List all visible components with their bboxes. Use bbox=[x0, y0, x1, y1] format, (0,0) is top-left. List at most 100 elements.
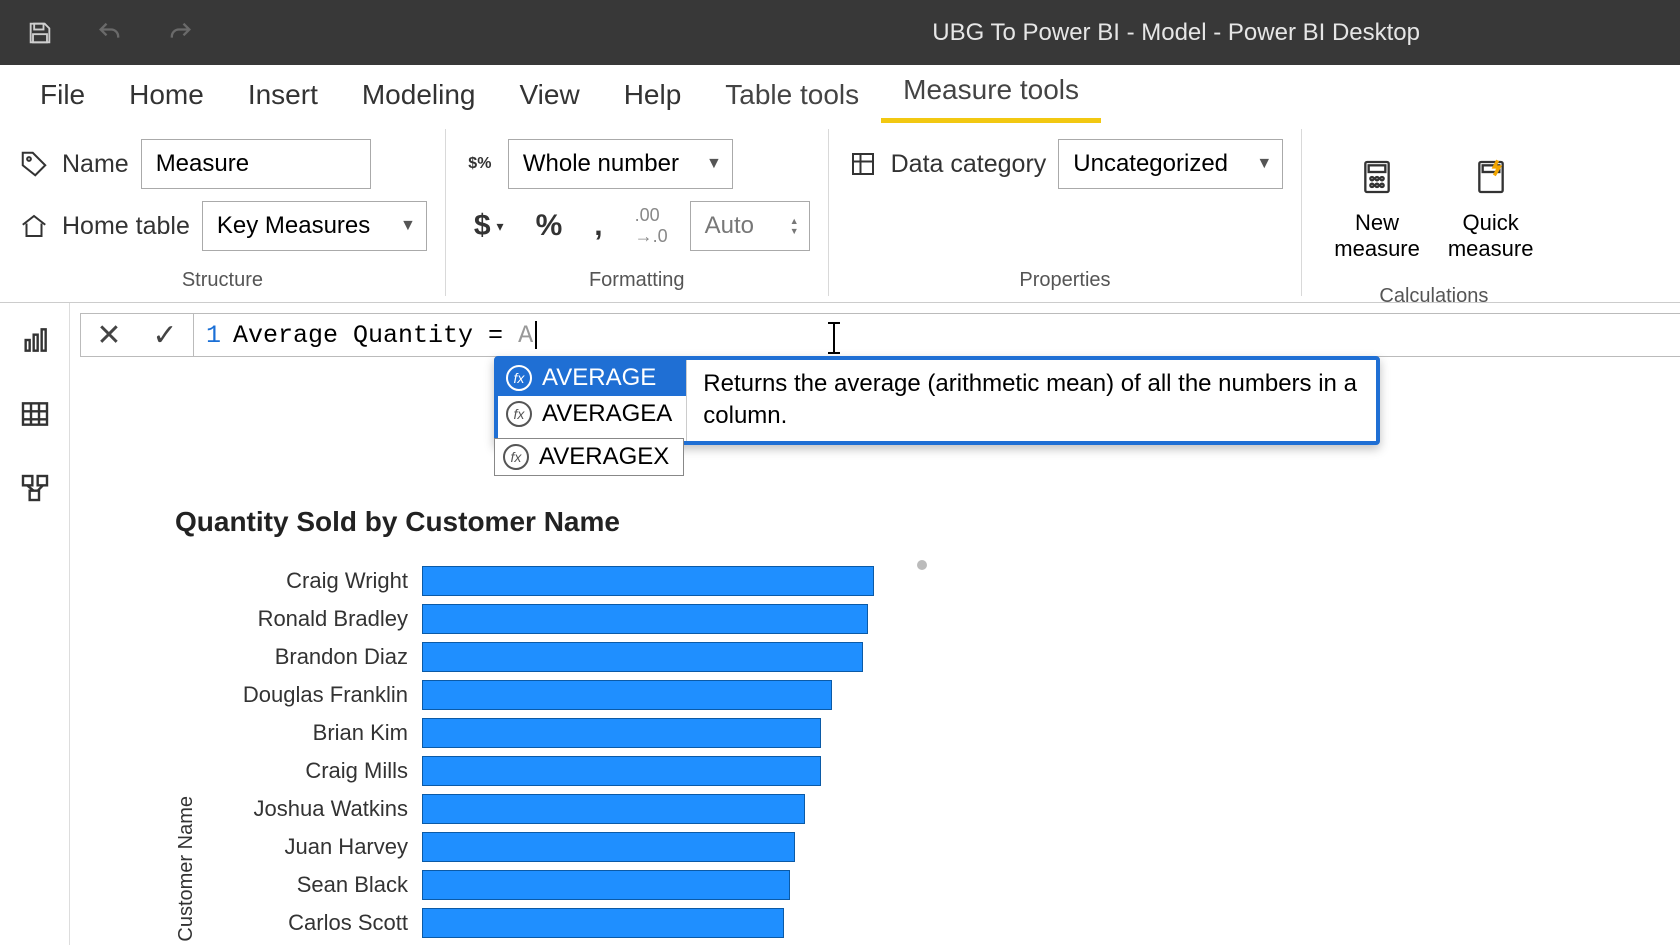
tab-help[interactable]: Help bbox=[602, 69, 704, 123]
tab-home[interactable]: Home bbox=[107, 69, 226, 123]
chart-bar: Craig Mills bbox=[226, 752, 874, 790]
bar-label: Douglas Franklin bbox=[226, 682, 422, 708]
format-select[interactable]: Whole number▼ bbox=[508, 139, 733, 189]
bar-chart[interactable]: Quantity Sold by Customer Name Customer … bbox=[175, 506, 897, 942]
bar-label: Craig Wright bbox=[226, 568, 422, 594]
spin-up-icon[interactable]: ▲ bbox=[790, 216, 799, 226]
chart-plot-area: Craig Wright Ronald Bradley Brandon Diaz Do… bbox=[226, 562, 874, 942]
bar-label: Joshua Watkins bbox=[226, 796, 422, 822]
chevron-down-icon: ▼ bbox=[1256, 155, 1272, 173]
chevron-down-icon: ▼ bbox=[706, 155, 722, 173]
group-label-calculations: Calculations bbox=[1320, 279, 1547, 308]
chevron-down-icon: ▾ bbox=[497, 218, 504, 235]
chart-y-axis-label: Customer Name bbox=[175, 756, 208, 942]
window-title: UBG To Power BI - Model - Power BI Deskt… bbox=[195, 19, 1680, 47]
bar-rect bbox=[422, 566, 874, 596]
data-view-icon[interactable] bbox=[18, 397, 52, 431]
tab-insert[interactable]: Insert bbox=[226, 69, 340, 123]
formula-bar: ✕ ✓ 1 Average Quantity = A bbox=[80, 313, 1680, 357]
data-category-label: Data category bbox=[891, 150, 1047, 179]
function-icon: fx bbox=[506, 401, 532, 427]
group-label-formatting: Formatting bbox=[464, 263, 810, 292]
group-label-properties: Properties bbox=[847, 263, 1284, 292]
chart-bar: Joshua Watkins bbox=[226, 790, 874, 828]
bar-rect bbox=[422, 832, 795, 862]
decimal-input[interactable]: Auto▲▼ bbox=[690, 201, 810, 251]
formula-cancel-button[interactable]: ✕ bbox=[81, 314, 137, 356]
bar-label: Craig Mills bbox=[226, 758, 422, 784]
chart-bar: Carlos Scott bbox=[226, 904, 874, 942]
home-table-select[interactable]: Key Measures▼ bbox=[202, 201, 427, 251]
group-properties: Data category Uncategorized▼ Properties bbox=[829, 129, 1303, 296]
bar-label: Brandon Diaz bbox=[226, 644, 422, 670]
calculator-icon bbox=[1357, 157, 1397, 206]
bar-rect bbox=[422, 908, 784, 938]
intellisense-item[interactable]: fx AVERAGEX bbox=[494, 438, 684, 476]
thousands-button[interactable]: , bbox=[584, 201, 612, 251]
report-view-icon[interactable] bbox=[18, 323, 52, 357]
chart-bar: Juan Harvey bbox=[226, 828, 874, 866]
quick-measure-button[interactable]: Quick measure bbox=[1434, 139, 1548, 279]
intellisense-item[interactable]: fx AVERAGE bbox=[498, 360, 686, 396]
format-icon: $% bbox=[464, 148, 496, 180]
intellisense-popup: fx AVERAGE fx AVERAGEA Returns the avera… bbox=[494, 356, 1380, 445]
group-calculations: New measure Quick measure Calculations bbox=[1302, 129, 1565, 296]
model-view-icon[interactable] bbox=[18, 471, 52, 505]
data-category-icon bbox=[847, 148, 879, 180]
new-measure-button[interactable]: New measure bbox=[1320, 139, 1434, 279]
data-category-select[interactable]: Uncategorized▼ bbox=[1058, 139, 1283, 189]
bar-rect bbox=[422, 604, 868, 634]
bar-rect bbox=[422, 680, 832, 710]
tab-table-tools[interactable]: Table tools bbox=[703, 69, 881, 123]
bar-rect bbox=[422, 756, 821, 786]
chart-bar: Brandon Diaz bbox=[226, 638, 874, 676]
currency-button[interactable]: $▾ bbox=[464, 201, 514, 251]
ribbon-body: Name Measure Home table Key Measures▼ St… bbox=[0, 123, 1680, 303]
bar-label: Sean Black bbox=[226, 872, 422, 898]
tag-icon bbox=[18, 148, 50, 180]
quick-calculator-icon bbox=[1471, 157, 1511, 206]
function-icon: fx bbox=[506, 365, 532, 391]
chart-bar: Craig Wright bbox=[226, 562, 874, 600]
group-formatting: $% Whole number▼ $▾ % , .00→.0 Auto▲▼ Fo… bbox=[446, 129, 829, 296]
titlebar: UBG To Power BI - Model - Power BI Deskt… bbox=[0, 0, 1680, 65]
bar-rect bbox=[422, 642, 863, 672]
bar-label: Carlos Scott bbox=[226, 910, 422, 936]
ribbon-tabs: File Home Insert Modeling View Help Tabl… bbox=[0, 65, 1680, 123]
decimal-button[interactable]: .00→.0 bbox=[625, 201, 678, 251]
intellisense-description: Returns the average (arithmetic mean) of… bbox=[686, 360, 1376, 441]
bar-rect bbox=[422, 794, 805, 824]
bar-label: Brian Kim bbox=[226, 720, 422, 746]
group-structure: Name Measure Home table Key Measures▼ St… bbox=[0, 129, 446, 296]
group-label-structure: Structure bbox=[18, 263, 427, 292]
undo-icon[interactable] bbox=[95, 18, 125, 48]
name-input[interactable]: Measure bbox=[141, 139, 371, 189]
redo-icon[interactable] bbox=[165, 18, 195, 48]
intellisense-item[interactable]: fx AVERAGEA bbox=[498, 396, 686, 432]
chart-title: Quantity Sold by Customer Name bbox=[175, 506, 897, 538]
tab-view[interactable]: View bbox=[498, 69, 602, 123]
bar-rect bbox=[422, 718, 821, 748]
formula-input[interactable]: 1 Average Quantity = A bbox=[193, 313, 1680, 357]
text-cursor-icon bbox=[833, 322, 835, 354]
chart-bar: Brian Kim bbox=[226, 714, 874, 752]
scrollbar-thumb[interactable] bbox=[917, 560, 927, 570]
tab-measure-tools[interactable]: Measure tools bbox=[881, 64, 1101, 123]
tab-file[interactable]: File bbox=[18, 69, 107, 123]
name-label: Name bbox=[62, 150, 129, 179]
chart-bar: Sean Black bbox=[226, 866, 874, 904]
chart-bar: Douglas Franklin bbox=[226, 676, 874, 714]
chart-bar: Ronald Bradley bbox=[226, 600, 874, 638]
spin-down-icon[interactable]: ▼ bbox=[790, 226, 799, 236]
percent-button[interactable]: % bbox=[526, 201, 573, 251]
view-switcher bbox=[0, 303, 70, 945]
formula-commit-button[interactable]: ✓ bbox=[137, 314, 193, 356]
bar-label: Juan Harvey bbox=[226, 834, 422, 860]
bar-label: Ronald Bradley bbox=[226, 606, 422, 632]
save-icon[interactable] bbox=[25, 18, 55, 48]
bar-rect bbox=[422, 870, 790, 900]
home-table-icon bbox=[18, 210, 50, 242]
home-table-label: Home table bbox=[62, 212, 190, 241]
tab-modeling[interactable]: Modeling bbox=[340, 69, 498, 123]
function-icon: fx bbox=[503, 444, 529, 470]
